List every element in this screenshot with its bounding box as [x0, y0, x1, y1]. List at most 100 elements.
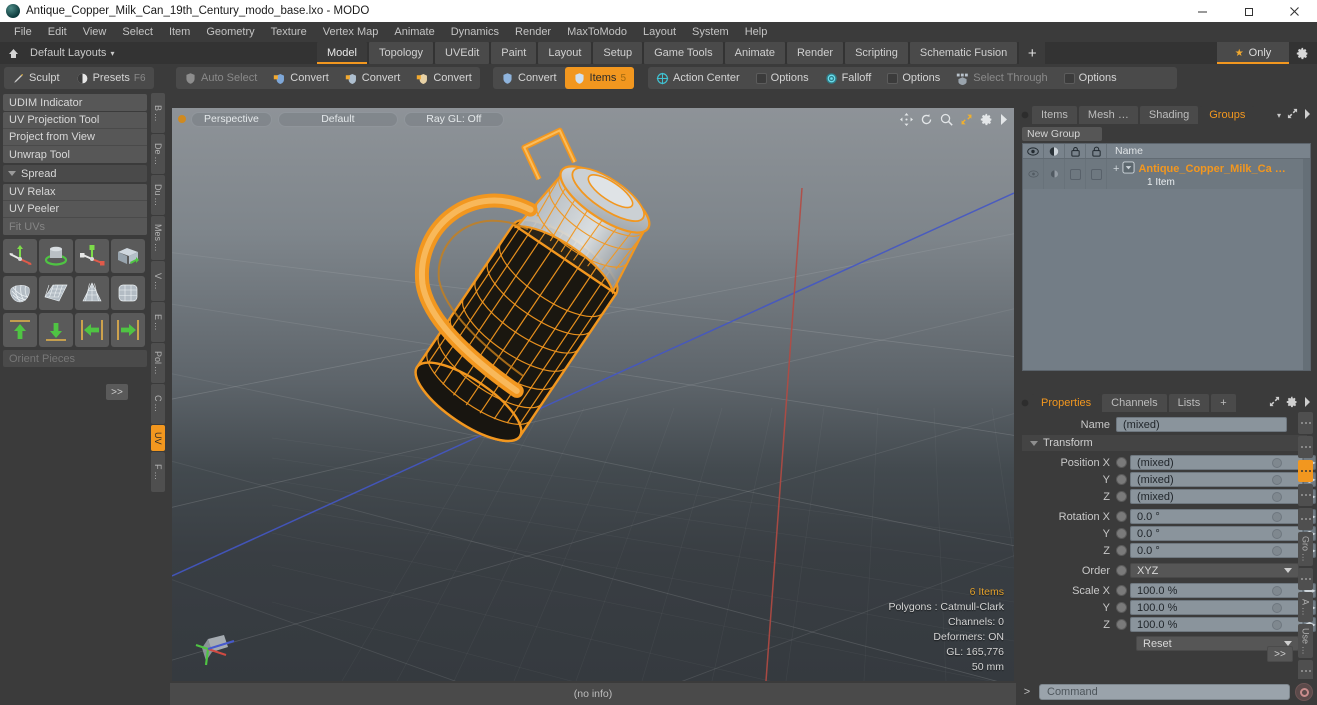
- menu-item[interactable]: Item: [161, 22, 198, 42]
- rvtab-3-active[interactable]: [1298, 460, 1313, 482]
- record-icon[interactable]: [1295, 683, 1313, 701]
- properties-more-button[interactable]: >>: [1267, 646, 1293, 662]
- panel-dropdown-caret-icon[interactable]: ▾: [1277, 111, 1281, 120]
- home-icon[interactable]: [0, 42, 26, 64]
- shading-preset-button[interactable]: Default: [277, 111, 398, 127]
- tab-paint[interactable]: Paint: [491, 42, 537, 64]
- rotation-z-key-toggle[interactable]: [1116, 545, 1127, 556]
- tab-setup[interactable]: Setup: [593, 42, 643, 64]
- rvtab-groups[interactable]: Gro …: [1298, 532, 1313, 566]
- rotation-y-field[interactable]: 0.0 ° ◀▶: [1130, 526, 1316, 541]
- uv-projection-tool-button[interactable]: UV Projection Tool: [3, 112, 147, 129]
- checkbox-icon[interactable]: [1063, 72, 1075, 84]
- tab-game-tools[interactable]: Game Tools: [644, 42, 723, 64]
- items-mode-button[interactable]: Items 5: [564, 67, 634, 89]
- scale-x-key-toggle[interactable]: [1116, 585, 1127, 596]
- row-wire-toggle[interactable]: [1086, 159, 1107, 189]
- tab-uvedit[interactable]: UVEdit: [435, 42, 490, 64]
- new-group-button[interactable]: New Group: [1022, 127, 1102, 141]
- minimize-icon[interactable]: [1179, 0, 1225, 22]
- vtab-mesh[interactable]: Mes …: [151, 216, 165, 260]
- align-left-icon[interactable]: [75, 313, 109, 347]
- vtab-polygon[interactable]: Pol …: [151, 343, 165, 383]
- checkbox-icon[interactable]: [755, 72, 767, 84]
- raygl-button[interactable]: Ray GL: Off: [403, 111, 504, 127]
- uv-sphere-map-icon[interactable]: [3, 276, 37, 310]
- menu-system[interactable]: System: [684, 22, 737, 42]
- left-panel-more-button[interactable]: >>: [106, 384, 128, 400]
- view-mode-button[interactable]: Perspective: [191, 111, 272, 127]
- udim-indicator-button[interactable]: UDIM Indicator: [3, 94, 147, 111]
- chevron-right-icon[interactable]: [1304, 108, 1311, 122]
- convert-material-button[interactable]: Convert: [493, 67, 565, 89]
- action-center-options-button[interactable]: Options: [748, 67, 817, 89]
- rvtab-4[interactable]: [1298, 484, 1313, 506]
- rvtab-1[interactable]: [1298, 412, 1313, 434]
- rvtab-7[interactable]: [1298, 568, 1313, 590]
- rvtab-use[interactable]: Use …: [1298, 624, 1313, 658]
- vtab-edge[interactable]: E …: [151, 302, 165, 342]
- position-z-field[interactable]: (mixed) ◀▶: [1130, 489, 1316, 504]
- rotation-x-field[interactable]: 0.0 ° ◀▶: [1130, 509, 1316, 524]
- eye-icon[interactable]: [1023, 144, 1044, 158]
- tab-add[interactable]: +: [1211, 394, 1236, 412]
- tab-layout[interactable]: Layout: [538, 42, 592, 64]
- row-lock-toggle[interactable]: [1065, 159, 1086, 189]
- convert-polygon-button[interactable]: Convert: [408, 67, 480, 89]
- menu-edit[interactable]: Edit: [40, 22, 75, 42]
- menu-vertex-map[interactable]: Vertex Map: [315, 22, 387, 42]
- chevron-down-icon[interactable]: ▾: [110, 49, 114, 58]
- render-icon[interactable]: [1044, 144, 1065, 158]
- add-tab-button[interactable]: +: [1019, 42, 1046, 64]
- tab-items[interactable]: Items: [1032, 106, 1077, 124]
- tab-topology[interactable]: Topology: [368, 42, 434, 64]
- uv-peeler-button[interactable]: UV Peeler: [3, 201, 147, 218]
- scale-z-key-toggle[interactable]: [1116, 619, 1127, 630]
- chevron-right-icon[interactable]: [1304, 396, 1311, 410]
- vtab-c[interactable]: C …: [151, 384, 165, 424]
- align-up-icon[interactable]: [3, 313, 37, 347]
- falloff-button[interactable]: Falloff: [817, 67, 880, 89]
- tab-channels[interactable]: Channels: [1102, 394, 1167, 412]
- align-down-icon[interactable]: [39, 313, 73, 347]
- menu-geometry[interactable]: Geometry: [198, 22, 262, 42]
- tree-scrollbar[interactable]: [1303, 159, 1310, 370]
- gear-icon[interactable]: [1286, 396, 1298, 411]
- scale-z-field[interactable]: 100.0 % ◀▶: [1130, 617, 1316, 632]
- axis-gizmo-icon[interactable]: [194, 627, 238, 671]
- tab-lists[interactable]: Lists: [1168, 394, 1210, 412]
- tab-model[interactable]: Model: [317, 42, 367, 64]
- rotate-icon[interactable]: [920, 113, 933, 126]
- menu-view[interactable]: View: [75, 22, 115, 42]
- convert-vertex-button[interactable]: Convert: [265, 67, 337, 89]
- command-input[interactable]: Command: [1039, 684, 1290, 700]
- menu-file[interactable]: File: [6, 22, 40, 42]
- uv-flip-icon[interactable]: [111, 239, 145, 273]
- panel-menu-dot-icon[interactable]: [1018, 106, 1032, 124]
- vtab-f[interactable]: F …: [151, 452, 165, 492]
- zoom-icon[interactable]: [940, 113, 953, 126]
- uv-rotate-icon[interactable]: [39, 239, 73, 273]
- uv-cylinder-map-icon[interactable]: [75, 276, 109, 310]
- position-y-key-toggle[interactable]: [1116, 474, 1127, 485]
- position-z-key-toggle[interactable]: [1116, 491, 1127, 502]
- uv-scale-icon[interactable]: [75, 239, 109, 273]
- lock-icon[interactable]: [1065, 144, 1086, 158]
- scale-x-field[interactable]: 100.0 % ◀▶: [1130, 583, 1316, 598]
- tab-properties[interactable]: Properties: [1032, 394, 1101, 412]
- uv-box-map-icon[interactable]: [111, 276, 145, 310]
- vtab-uv[interactable]: UV: [151, 425, 165, 451]
- menu-maxtomodo[interactable]: MaxToModo: [559, 22, 635, 42]
- presets-button[interactable]: Presets F6: [68, 67, 154, 89]
- order-key-toggle[interactable]: [1116, 565, 1127, 576]
- vtab-vertex[interactable]: V …: [151, 261, 165, 301]
- tab-render[interactable]: Render: [786, 42, 844, 64]
- menu-help[interactable]: Help: [737, 22, 776, 42]
- rotation-y-key-toggle[interactable]: [1116, 528, 1127, 539]
- position-x-field[interactable]: (mixed) ◀▶: [1130, 455, 1316, 470]
- default-layouts-label[interactable]: Default Layouts: [26, 47, 106, 59]
- maximize-icon[interactable]: [1225, 0, 1271, 22]
- menu-texture[interactable]: Texture: [263, 22, 315, 42]
- close-icon[interactable]: [1271, 0, 1317, 22]
- rvtab-2[interactable]: [1298, 436, 1313, 458]
